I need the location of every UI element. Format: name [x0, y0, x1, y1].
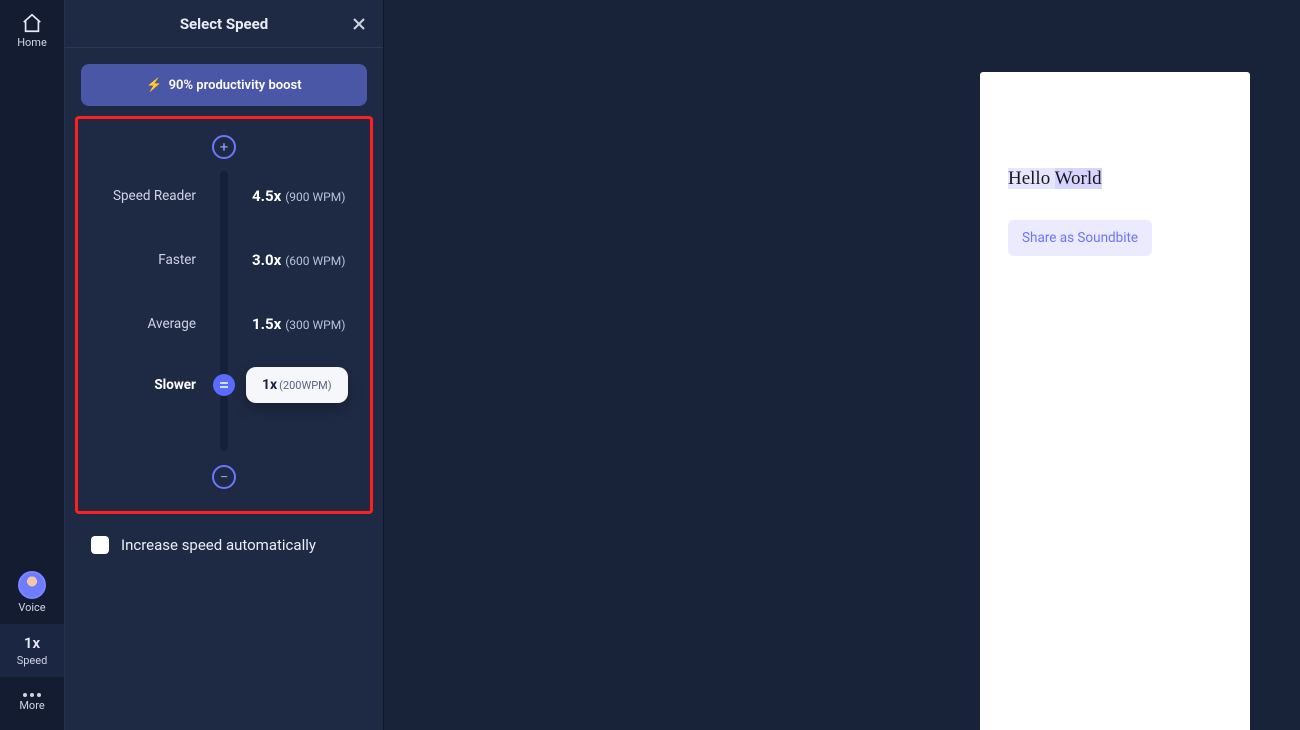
lightning-icon: ⚡ [146, 78, 162, 93]
speed-label: Faster [88, 252, 224, 268]
share-soundbite-button[interactable]: Share as Soundbite [1008, 220, 1152, 256]
rail-voice-label: Voice [18, 601, 45, 614]
productivity-boost-button[interactable]: ⚡ 90% productivity boost [81, 64, 367, 106]
word-hello: Hello [1008, 168, 1055, 189]
rail-more[interactable]: More [0, 677, 64, 722]
rail-speed[interactable]: 1x Speed [0, 624, 64, 677]
speed-row-average[interactable]: Average 1.5x(300 WPM) [88, 315, 360, 333]
speed-panel: Select Speed ⚡ 90% productivity boost + … [64, 0, 384, 730]
avatar-icon [18, 571, 46, 599]
close-button[interactable] [347, 12, 371, 36]
home-icon [21, 12, 43, 34]
rail-speed-label: Speed [17, 654, 48, 667]
rail-more-label: More [19, 699, 44, 712]
auto-increase-row: Increase speed automatically [65, 514, 383, 576]
speed-row-speedreader[interactable]: Speed Reader 4.5x(900 WPM) [88, 187, 360, 205]
speed-row-faster[interactable]: Faster 3.0x(600 WPM) [88, 251, 360, 269]
decrease-speed-button[interactable]: − [212, 465, 236, 489]
rail-home-label: Home [17, 36, 47, 49]
panel-title: Select Speed [180, 15, 268, 33]
speed-slider[interactable]: Speed Reader 4.5x(900 WPM) Faster 3.0x(6… [88, 171, 360, 451]
rail-speed-value: 1x [24, 634, 40, 652]
document-page: Hello World Share as Soundbite [980, 72, 1250, 730]
slider-track [220, 171, 228, 451]
speed-label: Average [88, 316, 224, 332]
increase-speed-button[interactable]: + [212, 135, 236, 159]
speed-tooltip: 1x(200WPM) [246, 367, 348, 403]
grip-icon [218, 379, 230, 391]
word-world: World [1055, 168, 1102, 189]
close-icon [352, 17, 366, 31]
speed-selector-highlight: + Speed Reader 4.5x(900 WPM) Faster 3.0x… [75, 116, 373, 514]
speed-label: Speed Reader [88, 188, 224, 204]
main-area: Hello World Share as Soundbite [384, 0, 1300, 730]
more-icon [23, 693, 41, 697]
document-text: Hello World [1008, 168, 1222, 190]
slider-handle[interactable] [213, 374, 235, 396]
rail-voice[interactable]: Voice [0, 565, 64, 624]
auto-increase-checkbox[interactable] [91, 536, 109, 554]
auto-increase-label: Increase speed automatically [121, 536, 316, 554]
boost-label: 90% productivity boost [169, 78, 302, 93]
left-rail: Home Voice 1x Speed More [0, 0, 64, 730]
panel-header: Select Speed [65, 0, 383, 48]
rail-home[interactable]: Home [0, 6, 64, 59]
speed-label: Slower [88, 377, 224, 393]
